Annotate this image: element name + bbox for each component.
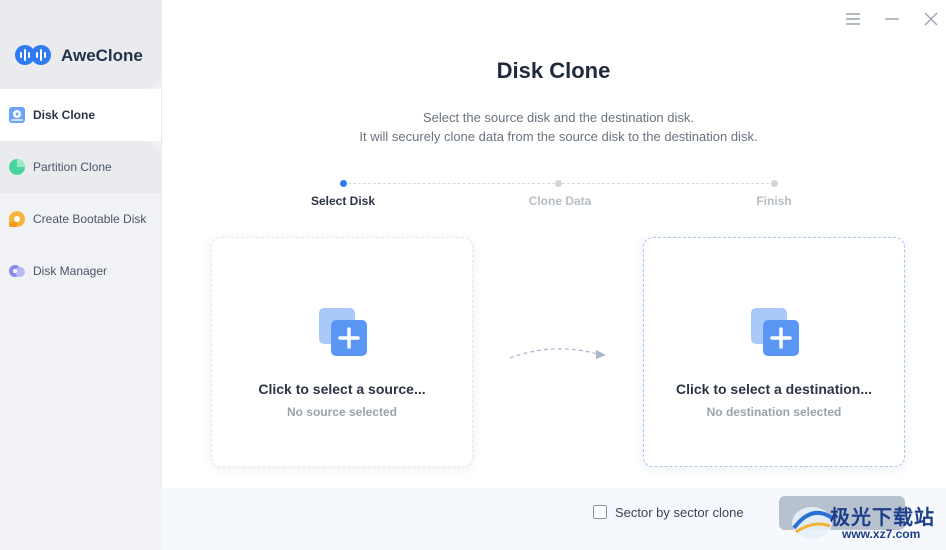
sidebar-item-label: Create Bootable Disk (33, 212, 147, 226)
sidebar-item-label: Disk Manager (33, 264, 108, 278)
bootable-disk-icon (9, 211, 25, 227)
step-dot-finish (771, 180, 778, 187)
step-dot-select-disk (340, 180, 347, 187)
minimize-icon[interactable] (883, 10, 901, 28)
step-label-select-disk: Select Disk (310, 194, 376, 208)
source-disk-card[interactable]: Click to select a source... No source se… (211, 237, 473, 467)
watermark-url: www.xz7.com (842, 527, 921, 541)
subtitle-line-1: Select the source disk and the destinati… (423, 110, 694, 125)
page-title: Disk Clone (496, 58, 611, 83)
disk-clone-icon (9, 107, 25, 123)
app-name: AweClone (61, 46, 143, 65)
source-card-title: Click to select a source... (258, 381, 426, 397)
step-label-clone-data: Clone Data (528, 194, 592, 208)
clone-direction-arrow-icon (509, 348, 606, 359)
step-label-finish: Finish (756, 194, 792, 208)
sidebar-item-label: Partition Clone (33, 160, 112, 174)
watermark-text: 极光下载站 (830, 507, 935, 529)
sidebar-item-disk-manager[interactable]: Disk Manager (0, 245, 161, 297)
sector-clone-checkbox[interactable] (593, 505, 607, 519)
add-source-icon (319, 308, 367, 356)
sidebar: AweClone Disk Clone Partition Clone Crea… (0, 0, 162, 550)
sidebar-item-label: Disk Clone (33, 108, 96, 122)
close-icon[interactable] (922, 10, 940, 28)
destination-disk-card[interactable]: Click to select a destination... No dest… (643, 237, 905, 467)
add-destination-icon (751, 308, 799, 356)
sidebar-item-partition-clone[interactable]: Partition Clone (0, 141, 161, 193)
sector-clone-label[interactable]: Sector by sector clone (615, 505, 744, 520)
partition-pie-icon (9, 159, 25, 175)
logo-area: AweClone (0, 0, 161, 89)
destination-card-status: No destination selected (706, 405, 842, 419)
destination-card-title: Click to select a destination... (675, 381, 873, 397)
sidebar-item-disk-clone[interactable]: Disk Clone (0, 89, 161, 141)
step-dot-clone-data (555, 180, 562, 187)
source-card-status: No source selected (286, 405, 398, 419)
aweclone-logo-icon (15, 45, 51, 65)
menu-icon[interactable] (844, 10, 862, 28)
subtitle-line-2: It will securely clone data from the sou… (359, 129, 758, 144)
sidebar-item-create-bootable-disk[interactable]: Create Bootable Disk (0, 193, 161, 245)
disk-manager-icon (9, 265, 25, 277)
